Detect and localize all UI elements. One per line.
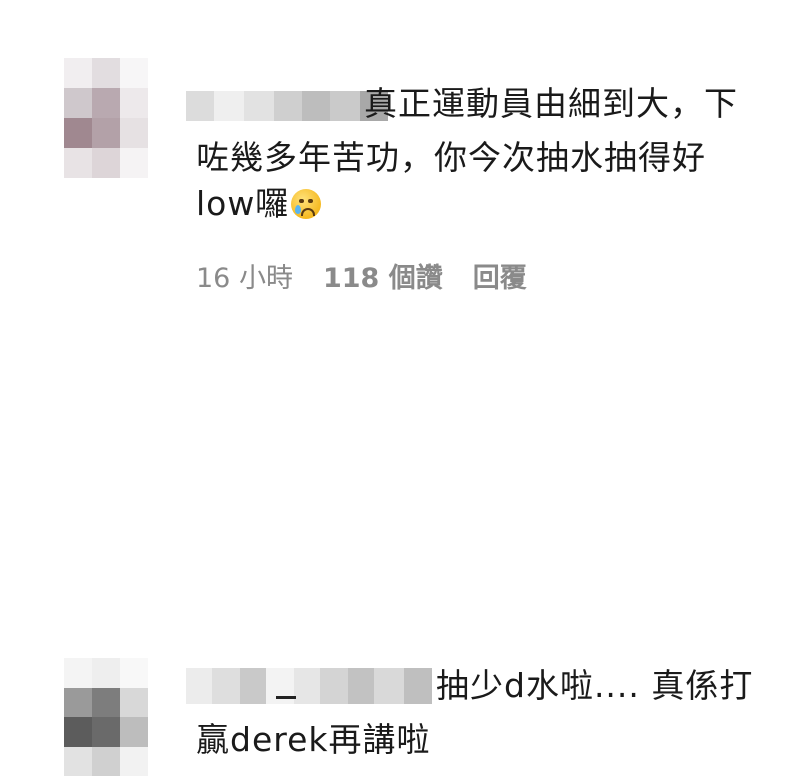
comment-1: 真正運動員由細到大，下 咗幾多年苦功，你今次抽水抽得好 low囉 16 小時 1… (0, 0, 800, 300)
username-redacted[interactable] (186, 668, 432, 704)
comment-text-line: 抽少d水啦.... 真係打 (436, 666, 754, 705)
comment-2: 抽少d水啦.... 真係打 贏derek再講啦 (0, 300, 800, 776)
comment-text-line: low囉 (196, 184, 322, 224)
comment-meta: 16 小時 118 個讚 回覆 (196, 262, 527, 296)
comment-text-line: 咗幾多年苦功，你今次抽水抽得好 (196, 138, 706, 177)
username-underscore (276, 696, 296, 699)
comment-text: low囉 (196, 184, 290, 223)
crying-face-icon (291, 189, 322, 219)
avatar[interactable] (64, 658, 148, 776)
avatar[interactable] (64, 58, 148, 178)
comment-text-line: 真正運動員由細到大，下 (364, 84, 738, 123)
timestamp: 16 小時 (196, 263, 293, 294)
reply-button[interactable]: 回覆 (473, 262, 527, 296)
username-redacted[interactable] (186, 91, 388, 121)
likes-count[interactable]: 118 個讚 (323, 262, 443, 296)
comment-text-line: 贏derek再講啦 (196, 720, 431, 759)
